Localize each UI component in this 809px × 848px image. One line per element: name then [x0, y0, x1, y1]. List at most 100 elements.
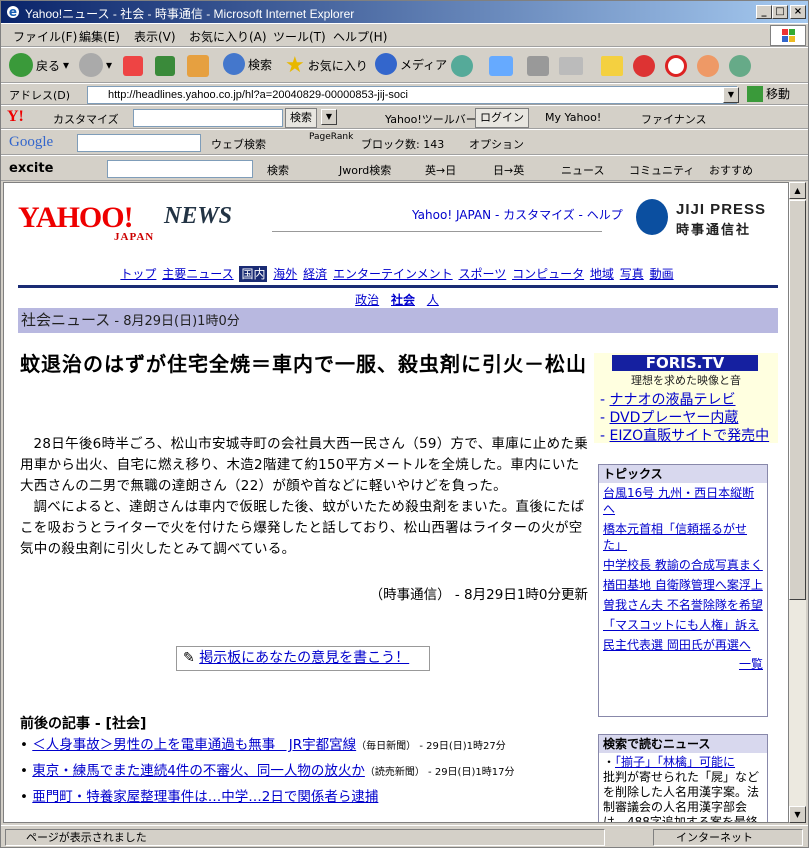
- nav-video[interactable]: 動画: [650, 267, 674, 281]
- yahoo-customize[interactable]: カスタマイズ: [53, 111, 119, 127]
- edit-icon[interactable]: [559, 57, 583, 75]
- en-ja-translate[interactable]: 英→日: [425, 162, 456, 178]
- category-name: 社会ニュース: [21, 311, 111, 329]
- excite-recommend[interactable]: おすすめ: [709, 162, 753, 178]
- nav-economy[interactable]: 経済: [303, 267, 327, 281]
- my-yahoo-link[interactable]: My Yahoo!: [545, 111, 601, 124]
- ja-en-translate[interactable]: 日→英: [493, 162, 524, 178]
- yahoo-search-button[interactable]: 検索: [285, 108, 317, 128]
- subnav-society[interactable]: 社会: [391, 293, 415, 307]
- menu-help[interactable]: ヘルプ(H): [333, 28, 387, 45]
- yahoo-toolbar-logo[interactable]: Y!: [7, 108, 24, 126]
- minimize-button[interactable]: _: [756, 5, 772, 19]
- scroll-down-button[interactable]: ▼: [789, 806, 806, 823]
- google-options[interactable]: オプション: [469, 136, 524, 152]
- finance-link[interactable]: ファイナンス: [641, 111, 707, 127]
- status-text: ページが表示されました: [5, 829, 605, 846]
- plugin-icon[interactable]: [729, 55, 751, 77]
- subnav-politics[interactable]: 政治: [355, 293, 379, 307]
- refresh-icon[interactable]: [155, 56, 175, 76]
- list-item: • 東京・練馬でまた連続4件の不審火、同一人物の放火か（読売新聞） - 29日(…: [20, 763, 515, 779]
- yahoo-japan-logo[interactable]: YAHOO! JAPAN: [18, 201, 153, 243]
- scroll-up-button[interactable]: ▲: [789, 182, 806, 199]
- messenger-icon[interactable]: [633, 55, 655, 77]
- excite-search-input[interactable]: [107, 160, 253, 178]
- nav-domestic[interactable]: 国内: [239, 266, 268, 282]
- excite-community[interactable]: コミュニティ: [629, 162, 694, 178]
- header-links[interactable]: Yahoo! JAPAN - カスタマイズ - ヘルプ: [412, 206, 623, 223]
- article-paragraph: 調べによると、達朗さんは車内で仮眠した後、蚊がいたため殺虫剤をまいた。直後にたば…: [20, 499, 585, 557]
- print-icon[interactable]: [527, 56, 549, 76]
- menu-view[interactable]: 表示(V): [134, 28, 176, 45]
- nav-entertainment[interactable]: エンターテインメント: [333, 267, 453, 281]
- maximize-button[interactable]: □: [772, 5, 788, 19]
- media-button[interactable]: メディア: [375, 53, 447, 75]
- google-web-search[interactable]: ウェブ検索: [211, 136, 266, 152]
- google-logo[interactable]: Google: [9, 134, 53, 151]
- topic-item[interactable]: 中学校長 教諭の合成写真まく: [599, 555, 767, 575]
- yahoo-search-input[interactable]: [133, 109, 283, 127]
- discuss-icon[interactable]: [601, 56, 623, 76]
- related-link[interactable]: 東京・練馬でまた連続4件の不審火、同一人物の放火か: [32, 763, 365, 779]
- close-button[interactable]: ×: [790, 5, 806, 19]
- menu-edit[interactable]: 編集(E): [79, 28, 120, 45]
- topic-item[interactable]: 曽我さん夫 不名誉除隊を希望: [599, 595, 767, 615]
- pencil-icon: ✎: [183, 650, 195, 666]
- topic-item[interactable]: 橋本元首相「信頼揺るがせた」: [599, 519, 767, 555]
- google-search-input[interactable]: [77, 134, 201, 152]
- news-logo[interactable]: NEWS: [164, 203, 232, 230]
- jword-search[interactable]: Jword検索: [339, 162, 391, 178]
- menu-favorites[interactable]: お気に入り(A): [189, 28, 267, 45]
- menu-file[interactable]: ファイル(F): [13, 28, 77, 45]
- vertical-scrollbar[interactable]: ▲ ▼: [789, 182, 806, 823]
- subnav-people[interactable]: 人: [427, 293, 439, 307]
- yahoo-search-dropdown[interactable]: ▼: [321, 109, 337, 125]
- nav-world[interactable]: 海外: [273, 267, 297, 281]
- forward-button[interactable]: ▾: [79, 53, 112, 77]
- history-icon[interactable]: [451, 55, 473, 77]
- nav-sports[interactable]: スポーツ: [458, 267, 506, 281]
- topic-item[interactable]: 民主代表選 岡田氏が再選へ: [599, 635, 767, 655]
- info-icon[interactable]: [665, 55, 687, 77]
- nav-top[interactable]: トップ: [120, 267, 156, 281]
- topic-item[interactable]: 台風16号 九州・西日本縦断へ: [599, 483, 767, 519]
- search-news-link[interactable]: 「揃子」「林檎」可能に: [615, 755, 735, 769]
- ad-link[interactable]: - ナナオの液晶テレビ: [600, 389, 736, 409]
- ad-link[interactable]: - EIZO直販サイトで発売中: [600, 425, 769, 445]
- tool-icon[interactable]: [697, 55, 719, 77]
- search-button[interactable]: 検索: [223, 53, 272, 75]
- window-title: Yahoo!ニュース - 社会 - 時事通信 - Microsoft Inter…: [25, 7, 355, 21]
- bbs-link[interactable]: ✎ 掲示板にあなたの意見を書こう！: [176, 646, 430, 671]
- stop-icon[interactable]: [123, 56, 143, 76]
- related-link[interactable]: 亜門町・特養家屋整理事件は…中学…2日で関係者ら逮捕: [32, 789, 378, 805]
- excite-logo[interactable]: excite: [9, 161, 53, 176]
- nav-computer[interactable]: コンピュータ: [512, 267, 584, 281]
- topic-item[interactable]: 「マスコットにも人権」訴え: [599, 615, 767, 635]
- nav-local[interactable]: 地域: [590, 267, 614, 281]
- go-button[interactable]: 移動: [747, 85, 790, 102]
- search-icon: [223, 53, 245, 75]
- address-dropdown[interactable]: ▼: [723, 87, 739, 103]
- back-button[interactable]: 戻る ▾: [9, 53, 69, 77]
- category-bar: 社会ニュース - 8月29日(日)1時0分: [18, 308, 778, 333]
- foris-ad[interactable]: FORIS.TV 理想を求めた映像と音 - ナナオの液晶テレビ - DVDプレー…: [594, 353, 778, 445]
- favorites-button[interactable]: ★ お気に入り: [285, 53, 368, 78]
- topics-more-link[interactable]: 一覧: [599, 655, 767, 672]
- excite-search[interactable]: 検索: [267, 162, 289, 178]
- excite-toolbar: excite 検索 Jword検索 英→日 日→英 ニュース コミュニティ おす…: [1, 155, 808, 181]
- popup-blocked-count[interactable]: ブロック数: 143: [361, 136, 444, 152]
- address-input[interactable]: http://headlines.yahoo.co.jp/hl?a=200408…: [87, 86, 737, 104]
- nav-main[interactable]: 主要ニュース: [162, 267, 233, 281]
- mail-icon[interactable]: [489, 56, 513, 76]
- menu-tools[interactable]: ツール(T): [273, 28, 326, 45]
- nav-photo[interactable]: 写真: [620, 267, 644, 281]
- status-bar: ページが表示されました インターネット: [1, 825, 808, 847]
- home-icon[interactable]: [187, 55, 209, 77]
- excite-news[interactable]: ニュース: [561, 162, 604, 178]
- scroll-thumb[interactable]: [789, 200, 806, 600]
- yahoo-login-button[interactable]: ログイン: [475, 108, 529, 128]
- media-icon: [375, 53, 397, 75]
- topic-item[interactable]: 楢田基地 自衛隊管理へ案浮上: [599, 575, 767, 595]
- related-link[interactable]: ＜人身事故＞男性の上を電車通過も無事 JR宇都宮線: [32, 737, 356, 753]
- ad-link[interactable]: - DVDプレーヤー内蔵: [600, 407, 738, 427]
